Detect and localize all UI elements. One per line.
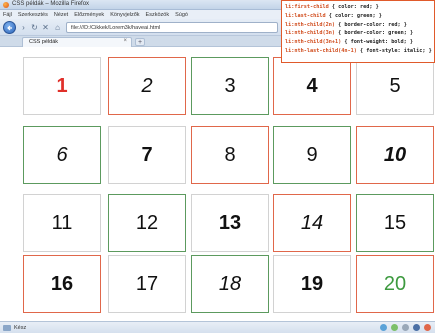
menu-item-bookmarks[interactable]: Könyvjelzők xyxy=(110,12,139,18)
list-item: 15 xyxy=(356,194,434,252)
tab-label: CSS példák xyxy=(29,39,59,45)
list-item: 6 xyxy=(23,126,101,184)
window-title: CSS példák – Mozilla Firefox xyxy=(12,1,90,7)
addon-icon[interactable] xyxy=(391,324,398,331)
addon-icon[interactable] xyxy=(402,324,409,331)
list-item: 13 xyxy=(191,194,269,252)
list-item: 10 xyxy=(356,126,434,184)
list-item: 20 xyxy=(356,255,434,313)
addon-icon[interactable] xyxy=(424,324,431,331)
list-item: 14 xyxy=(273,194,351,252)
list-item: 17 xyxy=(108,255,186,313)
code-selector: li:nth-child(2n) xyxy=(285,21,335,28)
list-item: 4 xyxy=(273,57,351,115)
list-item: 8 xyxy=(191,126,269,184)
code-selector: li:first-child xyxy=(285,4,329,10)
list-item: 2 xyxy=(108,57,186,115)
code-selector: li:nth-last-child(4n-1) xyxy=(285,47,357,54)
tab-css-examples[interactable]: CSS példák × xyxy=(22,37,132,47)
back-arrow-icon xyxy=(7,25,12,31)
menu-item-history[interactable]: Előzmények xyxy=(74,12,104,18)
code-selector: li:last-child xyxy=(285,12,326,19)
status-text: Kész xyxy=(14,325,27,331)
list-item: 5 xyxy=(356,57,434,115)
menu-item-tools[interactable]: Eszközök xyxy=(146,12,170,18)
code-rule: { font-style: italic; } xyxy=(356,47,432,54)
home-icon[interactable]: ⌂ xyxy=(53,23,62,32)
page-content: 1 2 3 4 5 6 7 8 9 10 11 12 13 14 15 16 1… xyxy=(0,48,435,321)
url-text: file:///D:/Cikkek/Lorem3k/haveai.html xyxy=(71,25,161,31)
css-code-overlay: li:first-child { color: red; } li:last-c… xyxy=(281,0,435,63)
menu-item-file[interactable]: Fájl xyxy=(3,12,12,18)
list-item: 3 xyxy=(191,57,269,115)
back-button[interactable] xyxy=(3,21,16,34)
list-item: 18 xyxy=(191,255,269,313)
menu-item-view[interactable]: Nézet xyxy=(54,12,68,18)
new-tab-button[interactable]: + xyxy=(135,38,145,46)
code-rule: { border-color: red; } xyxy=(334,21,407,28)
menu-item-help[interactable]: Súgó xyxy=(175,12,188,18)
status-bar: Kész xyxy=(0,321,435,333)
code-line: li:first-child { color: red; } xyxy=(285,3,431,12)
list-item: 7 xyxy=(108,126,186,184)
code-line: li:last-child { color: green; } xyxy=(285,12,431,21)
list-item: 19 xyxy=(273,255,351,313)
list-item: 1 xyxy=(23,57,101,115)
code-selector: li:nth-child(3n+1) xyxy=(285,39,342,46)
browser-window: CSS példák – Mozilla Firefox Fájl Szerke… xyxy=(0,0,435,333)
forward-icon[interactable]: › xyxy=(19,23,28,32)
reload-icon[interactable]: ↻ xyxy=(30,23,39,32)
stop-icon[interactable]: ✕ xyxy=(41,23,50,32)
list-item: 9 xyxy=(273,126,351,184)
addon-icon[interactable] xyxy=(413,324,420,331)
code-line: li:nth-child(3n+1) { font-weight: bold; … xyxy=(285,38,431,47)
code-line: li:nth-child(3n) { border-color: green; … xyxy=(285,29,431,38)
menu-item-edit[interactable]: Szerkesztés xyxy=(18,12,48,18)
status-icon xyxy=(3,325,11,331)
list-item: 16 xyxy=(23,255,101,313)
code-rule: { color: green; } xyxy=(325,12,382,19)
close-tab-icon[interactable]: × xyxy=(123,38,127,44)
code-rule: { font-weight: bold; } xyxy=(341,39,414,46)
code-rule: { border-color: green; } xyxy=(334,30,414,37)
code-line: li:nth-child(2n) { border-color: red; } xyxy=(285,21,431,30)
status-tray xyxy=(380,324,431,331)
code-line: li:nth-last-child(4n-1) { font-style: it… xyxy=(285,47,432,56)
list-item: 12 xyxy=(108,194,186,252)
address-bar[interactable]: file:///D:/Cikkek/Lorem3k/haveai.html xyxy=(66,22,278,33)
addon-icon[interactable] xyxy=(380,324,387,331)
code-selector: li:nth-child(3n) xyxy=(285,30,335,37)
firefox-icon xyxy=(3,2,9,8)
code-rule: { color: red; } xyxy=(328,4,379,10)
list-item: 11 xyxy=(23,194,101,252)
